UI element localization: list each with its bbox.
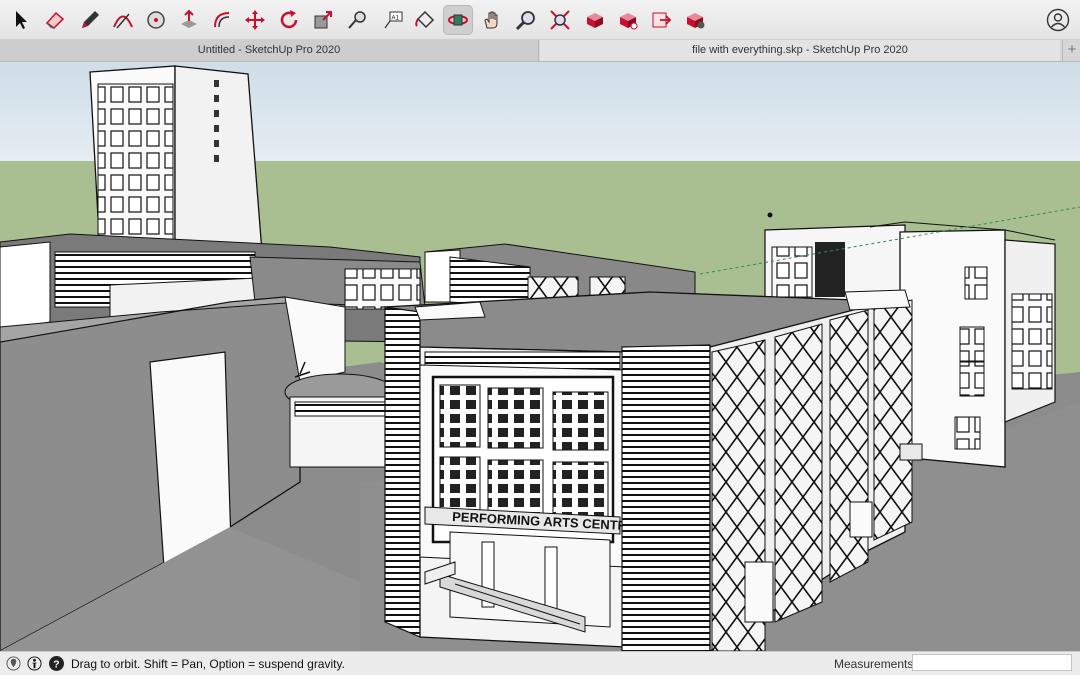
move-arrows-icon [245,10,265,30]
document-tab-bar: Untitled - SketchUp Pro 2020 file with e… [0,40,1080,62]
tab-file-with-everything[interactable]: file with everything.skp - SketchUp Pro … [540,40,1060,61]
extension-manager-tool-button[interactable] [680,5,710,35]
help-icon: ? [53,659,59,670]
tab-untitled[interactable]: Untitled - SketchUp Pro 2020 [0,40,539,61]
svg-text:A1: A1 [392,16,400,22]
user-account-icon [1046,8,1070,32]
extension-warehouse-tool-button[interactable] [613,5,643,35]
offset-tool-button[interactable] [207,5,237,35]
arc-icon [113,13,133,29]
select-tool-button[interactable] [5,5,35,35]
tab-label: Untitled - SketchUp Pro 2020 [197,44,341,56]
orbit-tool-button[interactable] [443,5,473,35]
pan-tool-button[interactable] [477,5,507,35]
3d-warehouse-icon [587,13,603,28]
arrow-cursor-icon [16,11,27,29]
rotate-icon [280,10,298,29]
credits-button[interactable] [27,656,42,671]
line-tool-button[interactable] [75,5,105,35]
scale-icon [314,11,332,29]
help-button[interactable]: ? [49,656,64,671]
user-account-button[interactable] [1046,8,1070,32]
tall-tower [89,65,263,263]
eraser-tool-button[interactable] [40,5,70,35]
push-pull-tool-button[interactable] [174,5,204,35]
credits-icon [27,656,42,671]
model-scene[interactable]: PERFORMING ARTS CENTRE [0,62,1080,651]
scale-tool-button[interactable] [308,5,338,35]
extension-manager-icon [687,13,705,29]
text-label-icon: A1 [384,11,403,29]
status-message: Drag to orbit. Shift = Pan, Option = sus… [71,657,345,671]
status-bar: ? Drag to orbit. Shift = Pan, Option = s… [0,651,1080,675]
new-tab-button[interactable]: + [1062,40,1080,61]
zoom-extents-tool-button[interactable] [545,5,575,35]
paint-bucket-tool-button[interactable] [410,5,440,35]
zoom-extents-icon [550,10,570,30]
shapes-tool-button[interactable] [141,5,171,35]
svg-text:?: ? [53,659,59,670]
tape-measure-tool-button[interactable] [342,5,372,35]
eraser-icon [45,11,65,29]
tab-label: file with everything.skp - SketchUp Pro … [692,44,908,56]
push-pull-icon [181,9,197,28]
orbit-icon [448,14,468,26]
zoom-tool-button[interactable] [511,5,541,35]
geo-location-icon [6,656,21,671]
geo-location-button[interactable] [6,656,21,671]
paint-bucket-icon [415,10,435,29]
offset-icon [214,12,230,28]
extension-warehouse-icon [620,13,638,30]
pencil-icon [82,11,99,28]
main-toolbar: A1 [0,0,1080,40]
send-to-layout-icon [652,12,672,28]
layout-tool-button[interactable] [646,5,676,35]
rotate-tool-button[interactable] [274,5,304,35]
arc-tool-button[interactable] [108,5,138,35]
measurements-input[interactable] [912,654,1072,671]
warehouse-tool-button[interactable] [580,5,610,35]
model-viewport[interactable]: PERFORMING ARTS CENTRE [0,62,1080,651]
measurements-label: Measurements [834,657,914,671]
hand-icon [484,11,498,29]
circle-shape-icon [147,11,165,29]
magnifier-icon [515,11,535,31]
tape-measure-icon [348,11,366,29]
text-tool-button[interactable]: A1 [378,5,408,35]
move-tool-button[interactable] [240,5,270,35]
